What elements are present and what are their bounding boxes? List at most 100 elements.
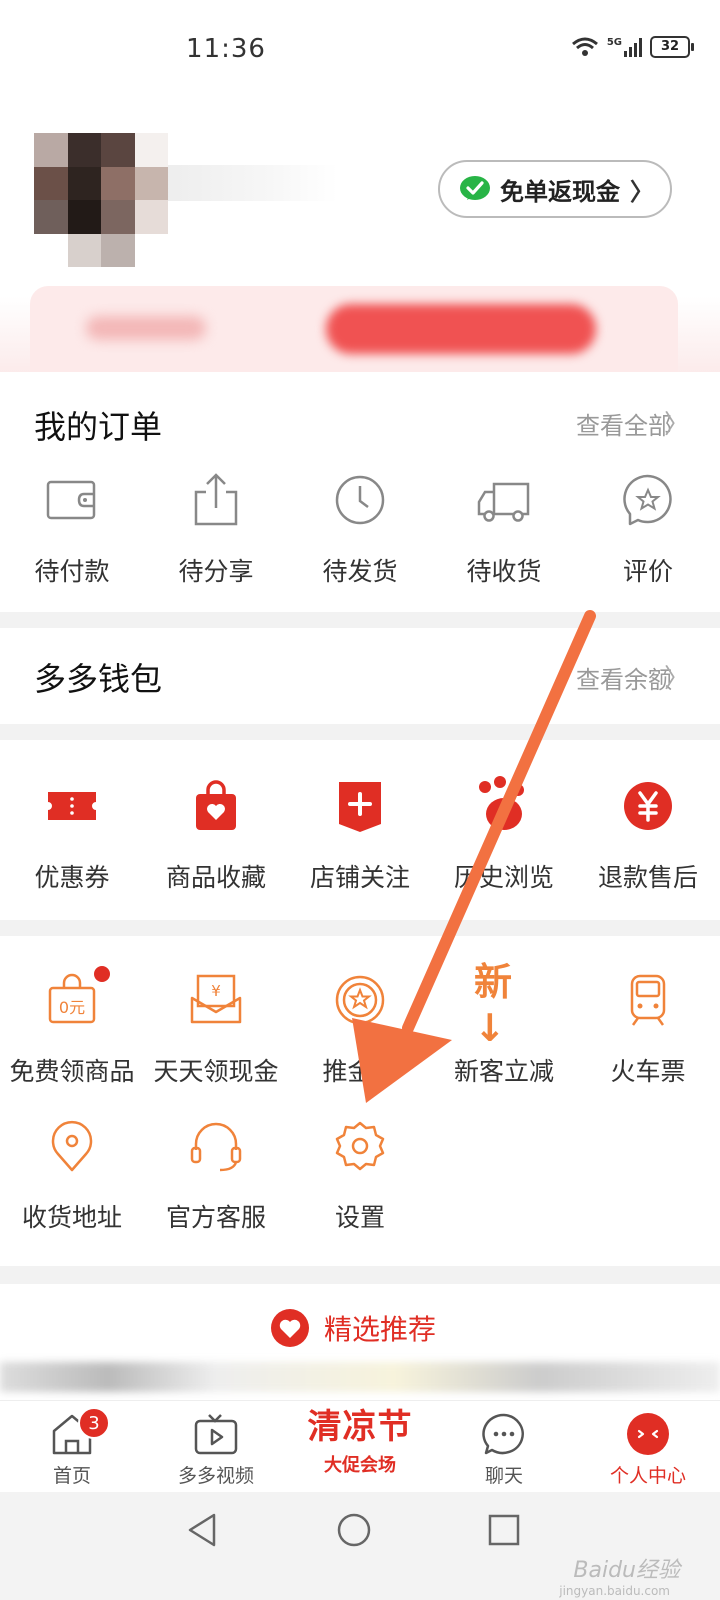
signal-icon	[624, 37, 642, 57]
heart-badge-icon	[271, 1309, 309, 1347]
clock-icon	[335, 475, 385, 525]
network-type: 5G	[606, 36, 622, 48]
video-icon	[194, 1414, 238, 1455]
orders-card: 我的订单 查看全部 〉 待付款 待分享 待发货 待收货 评价	[0, 372, 720, 612]
coupon-icon	[48, 792, 96, 820]
tools-row-1: 0元 免费领商品 ¥ 天天领现金 推金币 新↓ 新客立减 火车票	[0, 959, 720, 1088]
new-customer-icon: 新↓	[474, 959, 513, 1050]
footprint-icon	[479, 776, 524, 830]
avatar-pixel	[34, 233, 68, 267]
tab-chat[interactable]: 聊天	[432, 1401, 576, 1492]
view-all-orders-link[interactable]: 查看全部	[576, 406, 672, 441]
avatar-pixel	[34, 133, 68, 167]
avatar-pixel	[101, 200, 135, 234]
order-pending-shipment[interactable]: 待发货	[288, 470, 432, 588]
order-item-label: 评价	[622, 557, 673, 586]
train-icon	[630, 974, 666, 1026]
avatar[interactable]	[34, 133, 168, 267]
avatar-pixel	[101, 166, 135, 200]
order-item-label: 待付款	[34, 557, 110, 586]
svg-text:¥: ¥	[211, 982, 221, 1000]
avatar-pixel	[67, 233, 101, 267]
tab-home[interactable]: 3 首页	[0, 1401, 144, 1492]
wallet-card[interactable]: 多多钱包 查看余额 〉	[0, 628, 720, 724]
order-pending-receipt[interactable]: 待收货	[432, 470, 576, 588]
favorites-bag-icon	[196, 780, 236, 830]
tool-coin-pusher[interactable]: 推金币	[288, 970, 432, 1088]
refund-yen-icon	[624, 782, 672, 830]
tab-label: 大促会场	[324, 1455, 396, 1476]
system-nav-bar: Baidu经验 jingyan.baidu.com	[0, 1492, 720, 1600]
order-pending-payment[interactable]: 待付款	[0, 470, 144, 588]
order-pending-share[interactable]: 待分享	[144, 470, 288, 588]
tab-profile[interactable]: 个人中心	[576, 1401, 720, 1492]
avatar-pixel	[67, 133, 101, 167]
back-icon[interactable]	[186, 1512, 218, 1548]
tab-video[interactable]: 多多视频	[144, 1401, 288, 1492]
status-time: 11:36	[186, 34, 266, 64]
wallet-title: 多多钱包	[34, 660, 163, 698]
tab-promo[interactable]: 清凉节 大促会场	[288, 1401, 432, 1492]
review-star-icon	[623, 474, 672, 526]
service-coupons[interactable]: 优惠券	[0, 776, 144, 894]
tool-settings[interactable]: 设置	[288, 1116, 432, 1234]
view-balance-link[interactable]: 查看余额	[576, 660, 672, 695]
nickname-blurred	[168, 165, 338, 201]
tool-daily-cash[interactable]: ¥ 天天领现金	[144, 970, 288, 1088]
recents-square-icon[interactable]	[488, 1514, 520, 1546]
services-grid: 优惠券 商品收藏 店铺关注 历史浏览 退款售后	[0, 776, 720, 894]
service-item-label: 优惠券	[34, 863, 110, 892]
share-icon	[194, 473, 238, 526]
tool-customer-service[interactable]: 官方客服	[144, 1116, 288, 1234]
bottom-tab-bar: 3 首页 多多视频 清凉节 大促会场 聊天 个人中心	[0, 1400, 720, 1492]
service-favorites[interactable]: 商品收藏	[144, 776, 288, 894]
tool-item-label: 设置	[334, 1203, 385, 1232]
free-goods-bag-icon: 0元	[48, 973, 96, 1024]
home-circle-icon[interactable]	[336, 1512, 372, 1548]
service-item-label: 店铺关注	[309, 863, 410, 892]
avatar-pixel	[34, 166, 68, 200]
avatar-pixel	[134, 166, 168, 200]
service-refund[interactable]: 退款售后	[576, 776, 720, 894]
app-screen: 11:36 5G 32 免单返现金 〉 我的订单 查看全部 〉 待付款 待分享 …	[0, 0, 720, 1600]
battery-icon: 32	[650, 36, 694, 58]
settings-gear-icon	[335, 1121, 385, 1171]
tab-label: 首页	[52, 1465, 91, 1487]
promo-icon: 清凉节	[307, 1407, 413, 1447]
product-feed-blurred	[0, 1362, 720, 1392]
tab-label: 个人中心	[609, 1465, 686, 1487]
tool-item-label: 推金币	[322, 1057, 398, 1086]
service-item-label: 商品收藏	[165, 863, 266, 892]
order-item-label: 待发货	[322, 557, 398, 586]
service-item-label: 退款售后	[597, 863, 698, 892]
order-item-label: 待收货	[466, 557, 542, 586]
tool-item-label: 免费领商品	[9, 1057, 135, 1086]
svg-text:0元: 0元	[59, 998, 85, 1017]
cashback-button[interactable]: 免单返现金 〉	[438, 160, 672, 218]
tab-label: 多多视频	[177, 1465, 254, 1487]
tool-train-tickets[interactable]: 火车票	[576, 970, 720, 1088]
tool-new-customer[interactable]: 新↓ 新客立减	[432, 959, 576, 1088]
order-item-label: 待分享	[178, 557, 254, 586]
tool-item-label: 天天领现金	[153, 1057, 279, 1086]
unread-badge: 3	[78, 1407, 110, 1439]
services-card: 优惠券 商品收藏 店铺关注 历史浏览 退款售后	[0, 740, 720, 920]
tool-shipping-address[interactable]: 收货地址	[0, 1116, 144, 1234]
avatar-pixel	[101, 233, 135, 267]
order-review[interactable]: 评价	[576, 470, 720, 588]
chevron-right-icon: 〉	[663, 410, 690, 440]
tab-label: 聊天	[484, 1465, 523, 1487]
service-item-label: 历史浏览	[453, 863, 554, 892]
notification-dot	[94, 966, 110, 982]
orders-grid: 待付款 待分享 待发货 待收货 评价	[0, 470, 720, 588]
tool-item-label: 官方客服	[165, 1203, 266, 1232]
tool-free-goods[interactable]: 0元 免费领商品	[0, 966, 144, 1088]
orders-title: 我的订单	[34, 408, 163, 446]
service-history[interactable]: 历史浏览	[432, 776, 576, 894]
profile-face-icon	[627, 1413, 669, 1455]
tools-row-2: 收货地址 官方客服 设置	[0, 1116, 720, 1234]
recommend-section: 精选推荐	[0, 1284, 720, 1400]
store-follow-icon	[339, 782, 381, 832]
service-store-follow[interactable]: 店铺关注	[288, 776, 432, 894]
chevron-right-icon: 〉	[663, 664, 690, 694]
